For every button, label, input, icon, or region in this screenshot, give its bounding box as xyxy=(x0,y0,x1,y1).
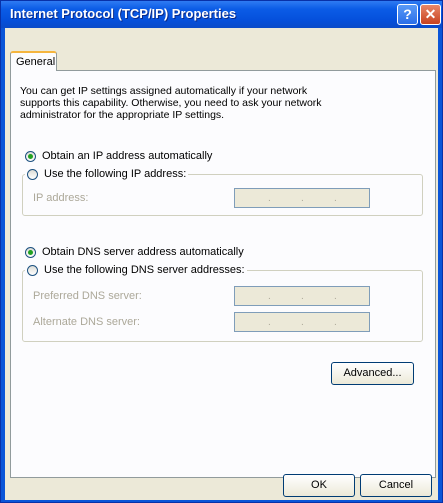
use-following-ip-label: Use the following IP address: xyxy=(44,168,187,180)
ip-dot: . xyxy=(268,291,271,302)
alternate-dns-input[interactable]: . . . xyxy=(234,312,370,332)
dns-server-group: Use the following DNS server addresses: … xyxy=(22,262,423,342)
general-panel: You can get IP settings assigned automat… xyxy=(10,70,436,478)
tab-general-label: General xyxy=(16,56,56,68)
use-following-dns-radio[interactable]: Use the following DNS server addresses: xyxy=(25,262,247,278)
close-icon: ✕ xyxy=(424,6,437,22)
radio-indicator xyxy=(25,246,36,258)
window-title: Internet Protocol (TCP/IP) Properties xyxy=(10,6,237,21)
obtain-dns-auto-radio[interactable]: Obtain DNS server address automatically xyxy=(25,244,244,260)
ip-dot: . xyxy=(301,193,304,204)
radio-indicator xyxy=(27,264,38,276)
obtain-dns-auto-label: Obtain DNS server address automatically xyxy=(42,246,244,258)
ip-address-input[interactable]: . . . xyxy=(234,188,370,208)
ip-dot: . xyxy=(334,317,337,328)
radio-indicator xyxy=(25,150,36,162)
ip-dot: . xyxy=(301,317,304,328)
help-icon: ? xyxy=(403,6,412,22)
ip-address-label: IP address: xyxy=(33,192,89,204)
close-button[interactable]: ✕ xyxy=(420,4,441,25)
advanced-button[interactable]: Advanced... xyxy=(331,362,414,385)
help-button[interactable]: ? xyxy=(397,4,418,25)
dialog-window: Internet Protocol (TCP/IP) Properties ? … xyxy=(0,0,443,503)
title-bar[interactable]: Internet Protocol (TCP/IP) Properties ? … xyxy=(1,1,442,28)
radio-selected-dot xyxy=(28,153,33,159)
intro-text: You can get IP settings assigned automat… xyxy=(20,85,322,121)
ip-address-group: Use the following IP address: IP address… xyxy=(22,166,423,216)
use-following-ip-radio[interactable]: Use the following IP address: xyxy=(25,166,189,182)
use-following-dns-label: Use the following DNS server addresses: xyxy=(44,264,245,276)
alternate-dns-label: Alternate DNS server: xyxy=(33,316,140,328)
preferred-dns-input[interactable]: . . . xyxy=(234,286,370,306)
obtain-ip-auto-label: Obtain an IP address automatically xyxy=(42,150,213,162)
ip-dot: . xyxy=(268,193,271,204)
ip-dot: . xyxy=(301,291,304,302)
cancel-button[interactable]: Cancel xyxy=(360,474,432,497)
ok-button[interactable]: OK xyxy=(283,474,355,497)
ip-dot: . xyxy=(268,317,271,328)
dialog-client: General You can get IP settings assigned… xyxy=(5,28,438,500)
radio-selected-dot xyxy=(28,249,33,255)
obtain-ip-auto-radio[interactable]: Obtain an IP address automatically xyxy=(25,148,212,164)
tab-general[interactable]: General xyxy=(10,51,57,71)
radio-indicator xyxy=(27,168,38,180)
ip-dot: . xyxy=(334,193,337,204)
preferred-dns-label: Preferred DNS server: xyxy=(33,290,142,302)
ip-dot: . xyxy=(334,291,337,302)
